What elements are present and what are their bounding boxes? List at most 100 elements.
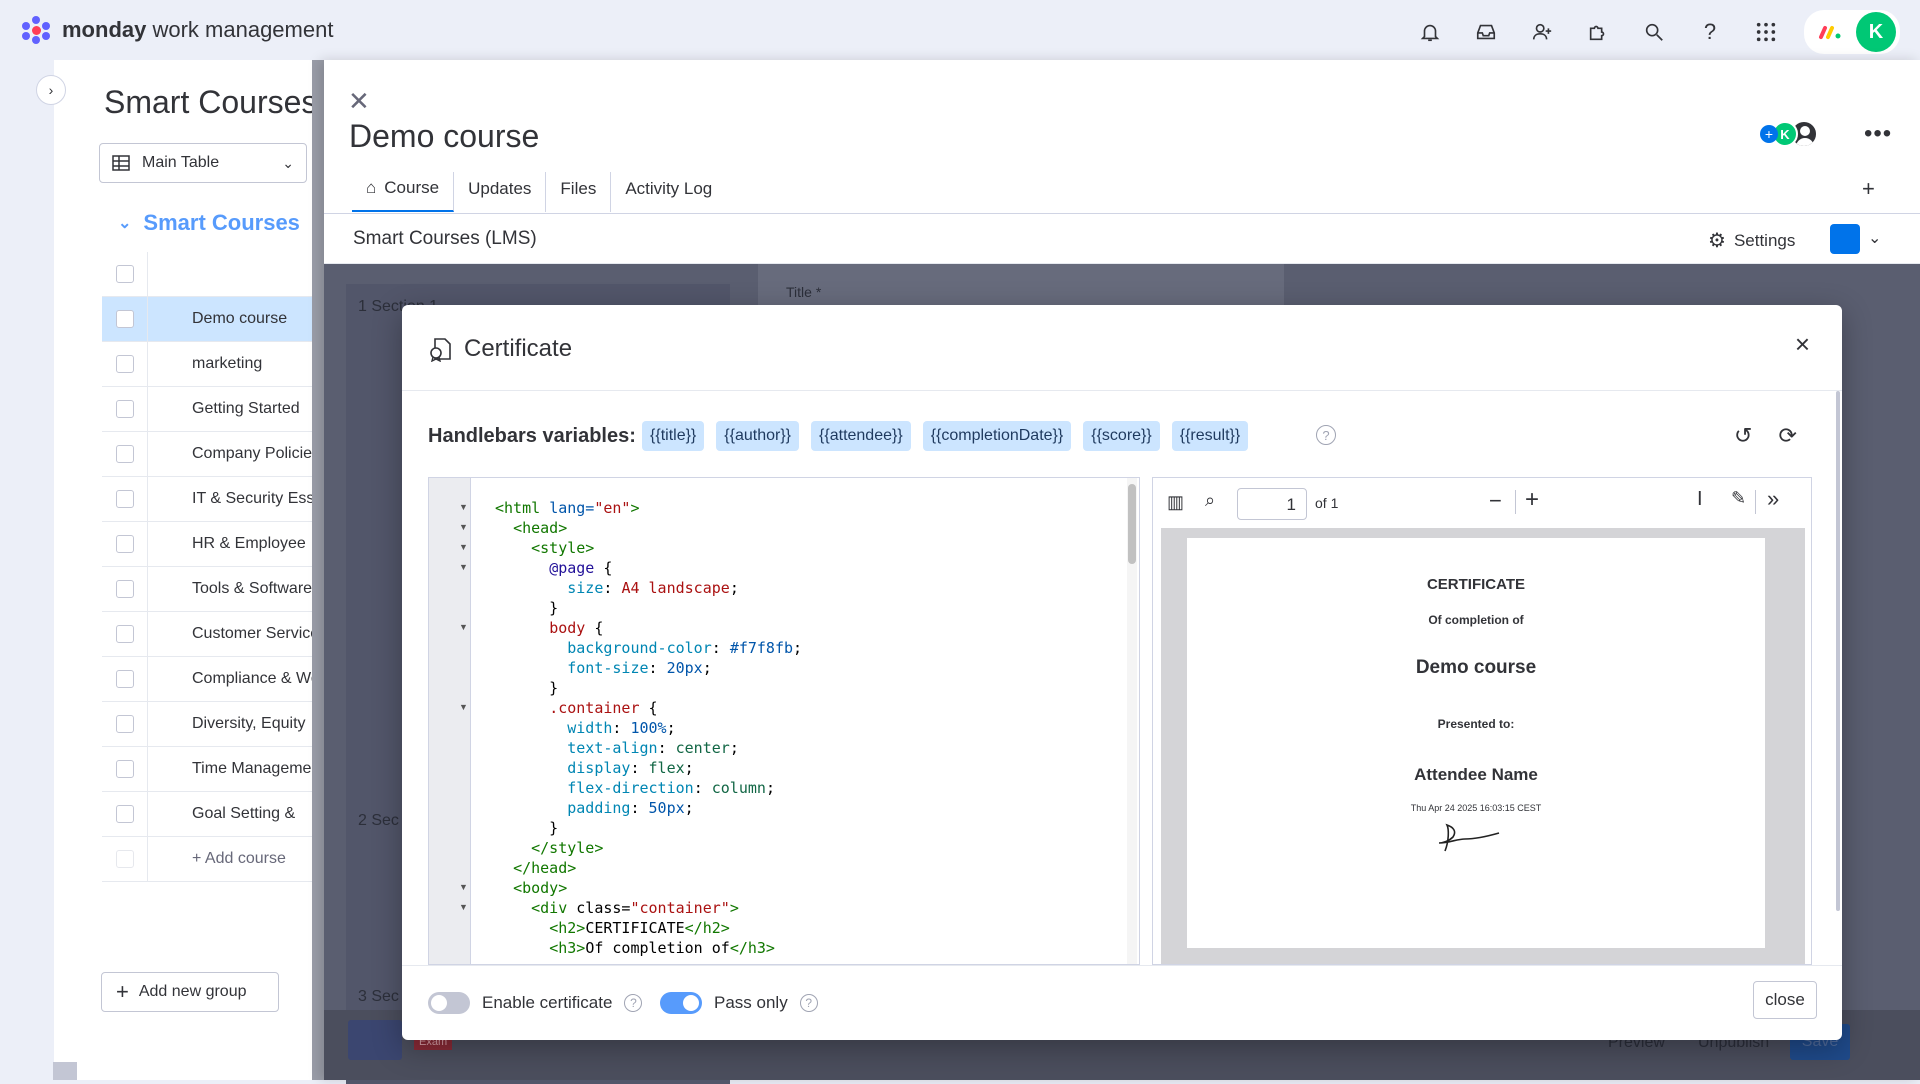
- fold-arrow-icon[interactable]: ▼: [459, 882, 468, 892]
- row-checkbox[interactable]: [102, 566, 148, 612]
- table-row[interactable]: Company Policies: [102, 431, 312, 477]
- row-name[interactable]: marketing: [148, 355, 312, 373]
- bell-icon[interactable]: [1412, 14, 1448, 50]
- row-checkbox[interactable]: [102, 341, 148, 387]
- add-group-button[interactable]: + Add new group: [101, 972, 279, 1012]
- table-row[interactable]: Diversity, Equity: [102, 701, 312, 747]
- row-checkbox[interactable]: [102, 296, 148, 342]
- row-checkbox[interactable]: [102, 476, 148, 522]
- subscribers[interactable]: + K: [1760, 120, 1818, 148]
- table-row[interactable]: Time Management: [102, 746, 312, 792]
- var-result-chip[interactable]: {{result}}: [1171, 421, 1249, 451]
- fold-arrow-icon[interactable]: ▼: [459, 702, 468, 712]
- var-attendee-chip[interactable]: {{attendee}}: [811, 421, 911, 451]
- tab-course[interactable]: ⌂ Course: [352, 172, 455, 212]
- var-score-chip[interactable]: {{score}}: [1083, 421, 1160, 451]
- table-row[interactable]: Goal Setting &: [102, 791, 312, 837]
- row-name[interactable]: Tools & Software: [148, 580, 312, 598]
- add-course-label[interactable]: + Add course: [148, 850, 312, 868]
- item-title[interactable]: Demo course: [349, 118, 539, 155]
- fold-arrow-icon[interactable]: ▼: [459, 902, 468, 912]
- help-icon[interactable]: ?: [1692, 14, 1728, 50]
- fold-arrow-icon[interactable]: ▼: [459, 622, 468, 632]
- table-row[interactable]: [102, 251, 312, 297]
- table-row[interactable]: marketing: [102, 341, 312, 387]
- inbox-icon[interactable]: [1468, 14, 1504, 50]
- row-name[interactable]: Getting Started: [148, 400, 312, 418]
- apps-puzzle-icon[interactable]: [1580, 14, 1616, 50]
- help-icon[interactable]: ?: [1316, 425, 1336, 445]
- invite-icon[interactable]: [1524, 14, 1560, 50]
- help-icon[interactable]: ?: [799, 994, 818, 1012]
- modal-scrollbar[interactable]: [1836, 391, 1840, 911]
- add-tab-icon[interactable]: +: [1862, 176, 1875, 202]
- row-checkbox[interactable]: [102, 791, 148, 837]
- table-row[interactable]: Customer Service: [102, 611, 312, 657]
- tab-files[interactable]: Files: [546, 172, 612, 212]
- row-checkbox[interactable]: [102, 746, 148, 792]
- row-checkbox[interactable]: [102, 656, 148, 702]
- row-checkbox[interactable]: [102, 611, 148, 657]
- row-name[interactable]: Company Policies: [148, 445, 312, 463]
- code-editor[interactable]: ▼ ▼ ▼ ▼ ▼ ▼ ▼ ▼ <html lang="en"> <head> …: [428, 477, 1140, 965]
- tab-activity-log[interactable]: Activity Log: [611, 172, 726, 212]
- row-name[interactable]: IT & Security Essentials: [148, 490, 312, 508]
- var-title-chip[interactable]: {{title}}: [642, 421, 705, 451]
- page-number-input[interactable]: 1: [1237, 488, 1307, 520]
- row-name[interactable]: Time Management: [148, 760, 312, 778]
- view-selector[interactable]: Main Table ⌄: [99, 143, 307, 183]
- chevron-down-icon[interactable]: ⌄: [1868, 228, 1881, 248]
- close-panel-icon[interactable]: ✕: [348, 86, 370, 117]
- pass-only-toggle[interactable]: [660, 992, 702, 1014]
- zoom-in-icon[interactable]: +: [1525, 486, 1539, 514]
- table-row[interactable]: Demo course: [102, 296, 312, 342]
- row-name[interactable]: Demo course: [148, 310, 312, 328]
- grid-menu-icon[interactable]: [1748, 14, 1784, 50]
- pen-icon[interactable]: ✎: [1731, 488, 1746, 509]
- close-button[interactable]: close: [1753, 981, 1817, 1019]
- table-row[interactable]: HR & Employee: [102, 521, 312, 567]
- group-title[interactable]: ⌄ Smart Courses: [118, 210, 316, 236]
- table-row[interactable]: Tools & Software: [102, 566, 312, 612]
- sidebar-toggle-icon[interactable]: ▥: [1167, 492, 1184, 513]
- row-checkbox[interactable]: [102, 701, 148, 747]
- settings-button[interactable]: ⚙ Settings: [1708, 228, 1795, 253]
- monday-logo[interactable]: monday work management: [20, 16, 333, 44]
- expand-sidebar-button[interactable]: ›: [36, 75, 66, 105]
- row-checkbox[interactable]: [102, 386, 148, 432]
- search-icon[interactable]: ⌕: [1205, 490, 1215, 511]
- search-icon[interactable]: [1636, 14, 1672, 50]
- app-icon-button[interactable]: [1830, 224, 1860, 254]
- table-row[interactable]: IT & Security Essentials: [102, 476, 312, 522]
- row-name[interactable]: Customer Service: [148, 625, 312, 643]
- code-scroll-thumb[interactable]: [1128, 484, 1136, 564]
- add-subscriber-icon[interactable]: +: [1760, 125, 1778, 143]
- row-checkbox[interactable]: [102, 251, 148, 297]
- fold-arrow-icon[interactable]: ▼: [459, 542, 468, 552]
- horizontal-scrollbar[interactable]: [53, 1062, 77, 1080]
- table-row[interactable]: Getting Started: [102, 386, 312, 432]
- row-checkbox[interactable]: [102, 431, 148, 477]
- table-row[interactable]: Compliance & Work: [102, 656, 312, 702]
- tab-updates[interactable]: Updates: [454, 172, 547, 212]
- enable-certificate-toggle[interactable]: [428, 992, 470, 1014]
- row-name[interactable]: Diversity, Equity: [148, 715, 312, 733]
- zoom-out-icon[interactable]: −: [1489, 488, 1502, 514]
- collapse-chevron-icon[interactable]: ⌄: [118, 213, 131, 233]
- monday-app-icon[interactable]: [1812, 14, 1848, 50]
- fold-arrow-icon[interactable]: ▼: [459, 502, 468, 512]
- undo-icon[interactable]: ↺: [1734, 423, 1752, 449]
- help-icon[interactable]: ?: [624, 994, 643, 1012]
- fold-arrow-icon[interactable]: ▼: [459, 562, 468, 572]
- var-completion-date-chip[interactable]: {{completionDate}}: [922, 421, 1072, 451]
- text-cursor-icon[interactable]: I: [1697, 488, 1703, 511]
- close-icon[interactable]: ×: [1795, 329, 1810, 360]
- row-name[interactable]: HR & Employee: [148, 535, 312, 553]
- row-name[interactable]: Compliance & Work: [148, 670, 312, 688]
- user-avatar[interactable]: K: [1856, 12, 1896, 52]
- add-course-row[interactable]: + Add course: [102, 836, 312, 882]
- row-checkbox[interactable]: [102, 521, 148, 567]
- more-options-icon[interactable]: •••: [1864, 120, 1892, 148]
- var-author-chip[interactable]: {{author}}: [716, 421, 800, 451]
- more-tools-icon[interactable]: »: [1767, 486, 1779, 512]
